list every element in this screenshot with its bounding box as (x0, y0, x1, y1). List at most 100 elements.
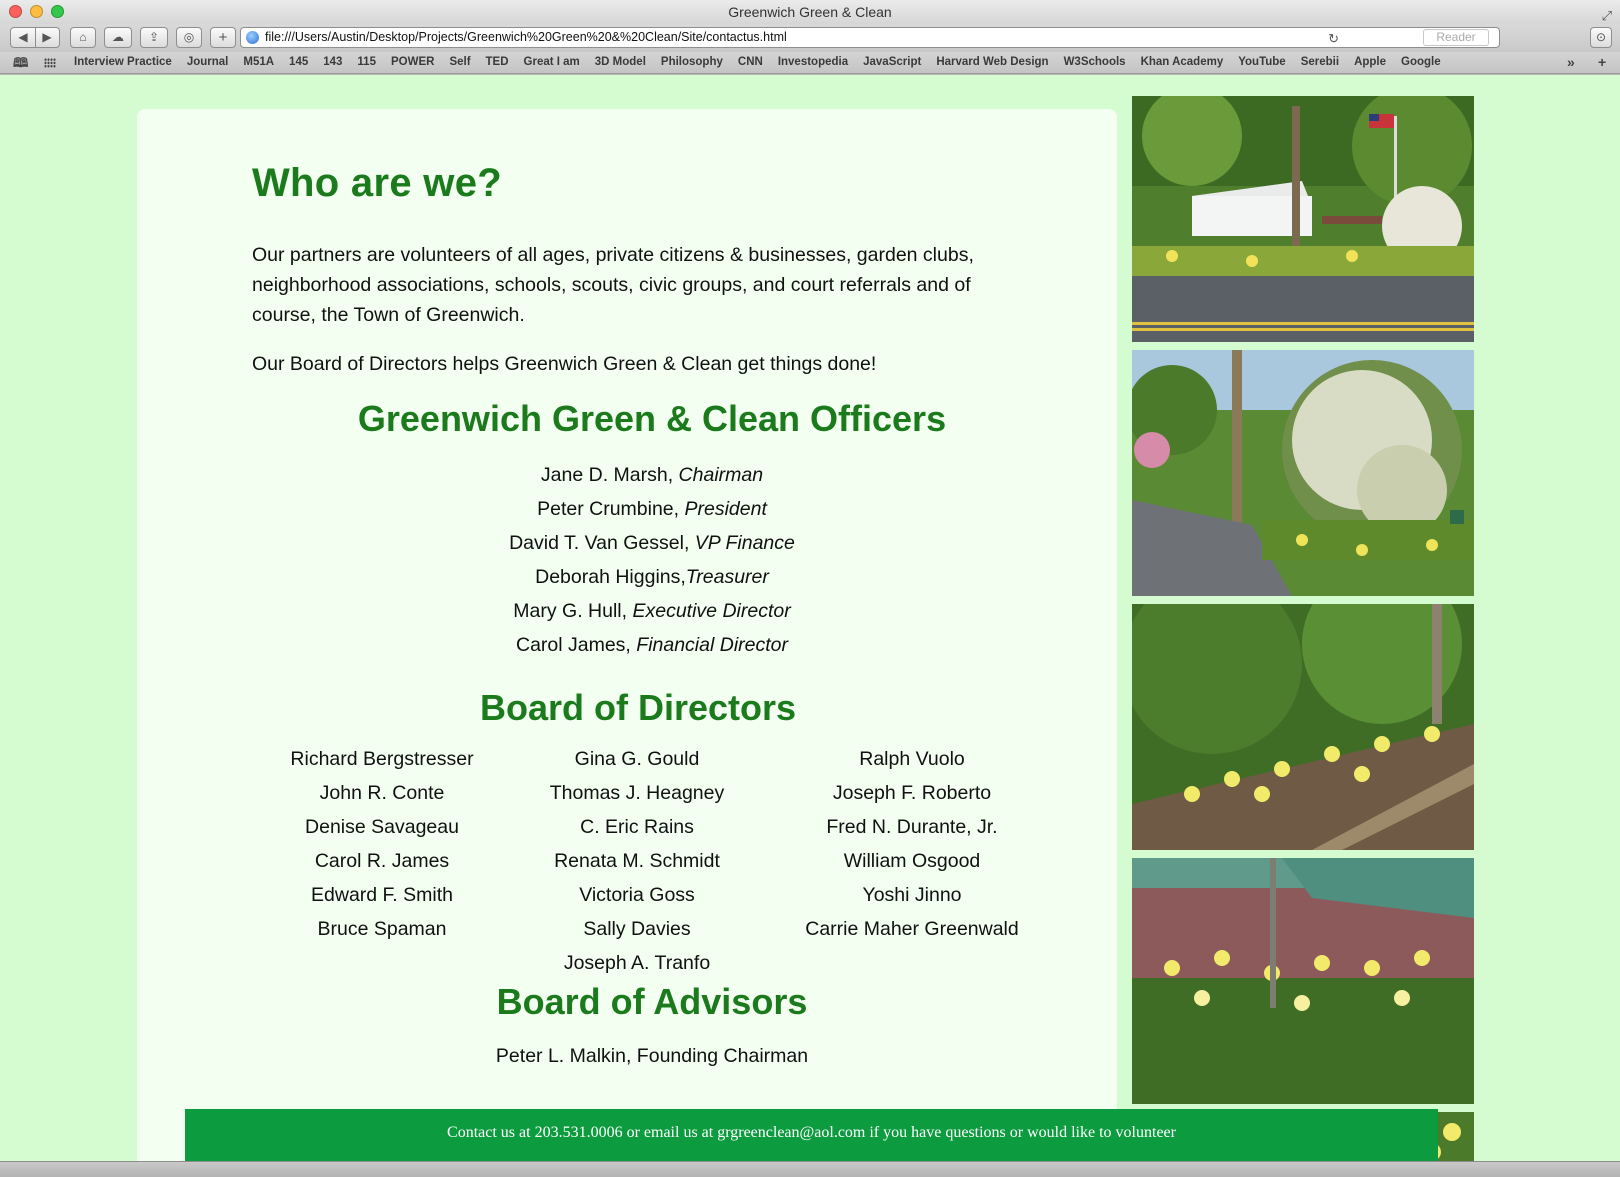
content-card: Who are we? Our partners are volunteers … (137, 109, 1117, 1161)
director-name: Victoria Goss (579, 884, 695, 906)
downloads-icon[interactable]: ⊙ (1590, 27, 1612, 48)
director-name: Yoshi Jinno (862, 884, 962, 906)
bookmark-item[interactable]: Apple (1354, 52, 1386, 73)
officer-name: Peter Crumbine, (537, 498, 685, 520)
minimize-window-button[interactable] (30, 5, 43, 18)
advisor-name: Peter L. Malkin, Founding Chairman (495, 1045, 809, 1067)
director-name: Carol R. James (314, 850, 450, 872)
officer-name: Deborah Higgins, (535, 566, 686, 588)
zoom-window-button[interactable] (51, 5, 64, 18)
window-titlebar: Greenwich Green & Clean ⤢ (0, 0, 1620, 24)
page-viewport[interactable]: Who are we? Our partners are volunteers … (0, 75, 1620, 1161)
board-of-advisors-heading: Board of Advisors (496, 981, 808, 1022)
director-name: Renata M. Schmidt (554, 850, 720, 872)
bookmark-item[interactable]: Journal (187, 52, 229, 73)
officer-title: Executive Director (632, 600, 791, 622)
officer-row: Jane D. Marsh, Chairman (252, 458, 1052, 492)
director-name: Ralph Vuolo (859, 748, 965, 770)
bookmark-item[interactable]: 143 (323, 52, 342, 73)
board-column: Richard Bergstresser John R. Conte Denis… (252, 742, 512, 946)
board-paragraph: Our Board of Directors helps Greenwich G… (252, 353, 877, 375)
officer-name: Carol James, (515, 634, 637, 656)
contact-footer: Contact us at 203.531.0006 or email us a… (185, 1109, 1438, 1161)
officer-row: Peter Crumbine, President (252, 492, 1052, 526)
board-column: Ralph Vuolo Joseph F. Roberto Fred N. Du… (762, 742, 1062, 946)
bookmark-list: Interview Practice Journal M51A 145 143 … (74, 52, 1441, 73)
board-of-directors-list: Richard Bergstresser John R. Conte Denis… (252, 742, 1018, 974)
board-column: Gina G. Gould Thomas J. Heagney C. Eric … (517, 742, 757, 980)
icloud-tabs-icon[interactable]: ☁ (104, 27, 132, 48)
advisors-list: Peter L. Malkin, Founding Chairman (252, 1039, 1052, 1073)
officer-title: Chairman (678, 464, 764, 486)
bookmark-item[interactable]: Philosophy (661, 52, 723, 73)
director-name: Sally Davies (583, 918, 691, 940)
officer-title: President (684, 498, 767, 520)
director-name: Carrie Maher Greenwald (805, 918, 1019, 940)
window-bottom-edge (0, 1161, 1620, 1177)
officers-list: Jane D. Marsh, Chairman Peter Crumbine, … (252, 458, 1052, 662)
bookmark-item[interactable]: TED (486, 52, 509, 73)
bookmarks-book-icon[interactable]: 🕮 (13, 52, 28, 73)
officer-name: Jane D. Marsh, (540, 464, 679, 486)
bookmark-item[interactable]: YouTube (1238, 52, 1285, 73)
officer-title: Treasurer (685, 566, 769, 588)
director-name: Bruce Spaman (317, 918, 447, 940)
intro-paragraph: Our partners are volunteers of all ages,… (252, 244, 974, 326)
bookmark-item[interactable]: JavaScript (863, 52, 921, 73)
director-name: Gina G. Gould (574, 748, 700, 770)
director-name: John R. Conte (319, 782, 445, 804)
url-text[interactable]: file:///Users/Austin/Desktop/Projects/Gr… (265, 30, 787, 44)
more-bookmarks-icon[interactable]: » (1567, 52, 1575, 73)
bookmark-item[interactable]: 115 (357, 52, 376, 73)
director-name: William Osgood (843, 850, 981, 872)
bookmark-item[interactable]: Harvard Web Design (936, 52, 1048, 73)
bookmarks-bar: 🕮 Interview Practice Journal M51A 145 14… (0, 52, 1620, 74)
bookmark-item[interactable]: Great I am (524, 52, 580, 73)
top-sites-grid-icon[interactable] (44, 58, 56, 68)
new-tab-icon[interactable]: + (210, 27, 236, 48)
page-title: Who are we? (252, 161, 502, 205)
bookmark-item[interactable]: Investopedia (778, 52, 848, 73)
director-name: Joseph A. Tranfo (563, 952, 711, 974)
reader-button[interactable]: Reader (1423, 29, 1489, 46)
browser-toolbar: ◀ ▶ ⌂ ☁ ⇪ ◎ + file:///Users/Austin/Deskto… (0, 24, 1620, 52)
reading-list-icon[interactable]: ◎ (176, 27, 202, 48)
officer-name: Mary G. Hull, (513, 600, 633, 622)
reload-icon[interactable]: ↻ (1328, 29, 1339, 48)
officer-row: Carol James, Financial Director (252, 628, 1052, 662)
officer-row: Mary G. Hull, Executive Director (252, 594, 1052, 628)
officers-heading: Greenwich Green & Clean Officers (357, 398, 947, 439)
photo-roadside-flag (1132, 96, 1474, 342)
bookmark-item[interactable]: Interview Practice (74, 52, 172, 73)
bookmark-item[interactable]: Self (449, 52, 470, 73)
globe-icon (246, 31, 259, 44)
director-name: Thomas J. Heagney (549, 782, 725, 804)
bookmark-item[interactable]: CNN (738, 52, 763, 73)
bookmark-item[interactable]: 3D Model (595, 52, 646, 73)
share-icon[interactable]: ⇪ (140, 27, 168, 48)
back-icon[interactable]: ◀ (11, 28, 35, 47)
bookmark-item[interactable]: M51A (243, 52, 274, 73)
bookmark-item[interactable]: W3Schools (1064, 52, 1126, 73)
add-bookmark-icon[interactable]: + (1598, 52, 1606, 73)
officer-row: David T. Van Gessel, VP Finance (252, 526, 1052, 560)
photo-flowering-shrub (1132, 350, 1474, 596)
forward-icon[interactable]: ▶ (35, 28, 59, 47)
home-icon[interactable]: ⌂ (70, 27, 96, 48)
director-name: Denise Savageau (305, 816, 459, 838)
bookmark-item[interactable]: Serebii (1301, 52, 1339, 73)
board-of-directors-heading: Board of Directors (479, 687, 797, 728)
officer-title: VP Finance (694, 532, 795, 554)
photo-daffodils-by-fence (1132, 858, 1474, 1104)
address-bar[interactable]: file:///Users/Austin/Desktop/Projects/Gr… (240, 27, 1500, 48)
director-name: Richard Bergstresser (290, 748, 474, 770)
bookmark-item[interactable]: POWER (391, 52, 434, 73)
bookmark-item[interactable]: Google (1401, 52, 1441, 73)
bookmark-item[interactable]: Khan Academy (1141, 52, 1224, 73)
close-window-button[interactable] (9, 5, 22, 18)
main-content: Who are we? Our partners are volunteers … (252, 161, 1019, 1073)
bookmark-item[interactable]: 145 (289, 52, 308, 73)
director-name: C. Eric Rains (580, 816, 694, 838)
director-name: Joseph F. Roberto (832, 782, 992, 804)
director-name: Fred N. Durante, Jr. (826, 816, 998, 838)
